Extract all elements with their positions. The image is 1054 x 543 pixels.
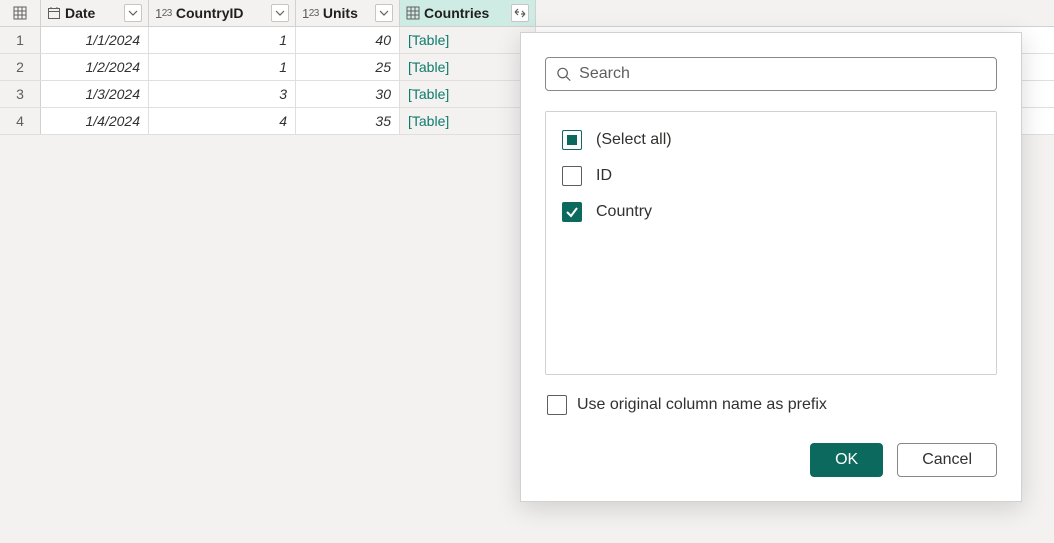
cell-countries[interactable]: [Table] — [400, 81, 536, 107]
column-header-date[interactable]: Date — [41, 0, 149, 26]
row-number[interactable]: 3 — [0, 81, 41, 107]
cell-countryid[interactable]: 4 — [149, 108, 296, 134]
chevron-down-icon — [128, 8, 138, 18]
search-input[interactable] — [579, 65, 986, 83]
column-filter-button[interactable] — [124, 4, 142, 22]
chevron-down-icon — [379, 8, 389, 18]
chevron-down-icon — [275, 8, 285, 18]
expand-column-button[interactable] — [511, 4, 529, 22]
cell-units[interactable]: 30 — [296, 81, 400, 107]
prefix-option-row: Use original column name as prefix — [545, 395, 997, 415]
column-label: CountryID — [176, 5, 267, 21]
expand-column-popup: (Select all) ID Country Use original colum… — [520, 32, 1022, 502]
search-icon — [556, 66, 571, 82]
search-box[interactable] — [545, 57, 997, 91]
column-header-countryid[interactable]: 123 CountryID — [149, 0, 296, 26]
column-header-units[interactable]: 123 Units — [296, 0, 400, 26]
table-icon — [13, 6, 27, 20]
column-chooser-label: (Select all) — [596, 131, 672, 149]
cell-date[interactable]: 1/2/2024 — [41, 54, 149, 80]
cell-countries[interactable]: [Table] — [400, 54, 536, 80]
row-number[interactable]: 2 — [0, 54, 41, 80]
prefix-label: Use original column name as prefix — [577, 396, 827, 414]
grid-header: Date 123 CountryID 123 Units — [0, 0, 1054, 27]
column-chooser-label: ID — [596, 167, 612, 185]
cell-countries[interactable]: [Table] — [400, 108, 536, 134]
column-chooser-label: Country — [596, 203, 652, 221]
cell-units[interactable]: 40 — [296, 27, 400, 53]
column-filter-button[interactable] — [375, 4, 393, 22]
row-number-header[interactable] — [0, 0, 41, 26]
row-number[interactable]: 1 — [0, 27, 41, 53]
cell-countryid[interactable]: 3 — [149, 81, 296, 107]
cancel-button[interactable]: Cancel — [897, 443, 997, 477]
table-icon — [406, 6, 420, 20]
cell-date[interactable]: 1/1/2024 — [41, 27, 149, 53]
row-number[interactable]: 4 — [0, 108, 41, 134]
cell-units[interactable]: 35 — [296, 108, 400, 134]
cell-countryid[interactable]: 1 — [149, 27, 296, 53]
cell-countryid[interactable]: 1 — [149, 54, 296, 80]
column-chooser-item[interactable]: (Select all) — [560, 122, 982, 158]
column-chooser-list[interactable]: (Select all) ID Country — [545, 111, 997, 375]
column-chooser-item[interactable]: Country — [560, 194, 982, 230]
checkbox[interactable] — [562, 166, 582, 186]
column-chooser-item[interactable]: ID — [560, 158, 982, 194]
column-label: Countries — [424, 5, 507, 21]
number-type-icon: 123 — [302, 6, 319, 21]
cell-units[interactable]: 25 — [296, 54, 400, 80]
column-filter-button[interactable] — [271, 4, 289, 22]
column-label: Date — [65, 5, 120, 21]
ok-button[interactable]: OK — [810, 443, 883, 477]
prefix-checkbox[interactable] — [547, 395, 567, 415]
checkbox[interactable] — [562, 130, 582, 150]
dialog-buttons: OK Cancel — [545, 443, 997, 477]
cell-date[interactable]: 1/4/2024 — [41, 108, 149, 134]
expand-icon — [514, 8, 526, 18]
calendar-icon — [47, 6, 61, 20]
checkbox[interactable] — [562, 202, 582, 222]
number-type-icon: 123 — [155, 6, 172, 21]
cell-date[interactable]: 1/3/2024 — [41, 81, 149, 107]
cell-countries[interactable]: [Table] — [400, 27, 536, 53]
column-label: Units — [323, 5, 371, 21]
column-header-countries[interactable]: Countries — [400, 0, 536, 26]
